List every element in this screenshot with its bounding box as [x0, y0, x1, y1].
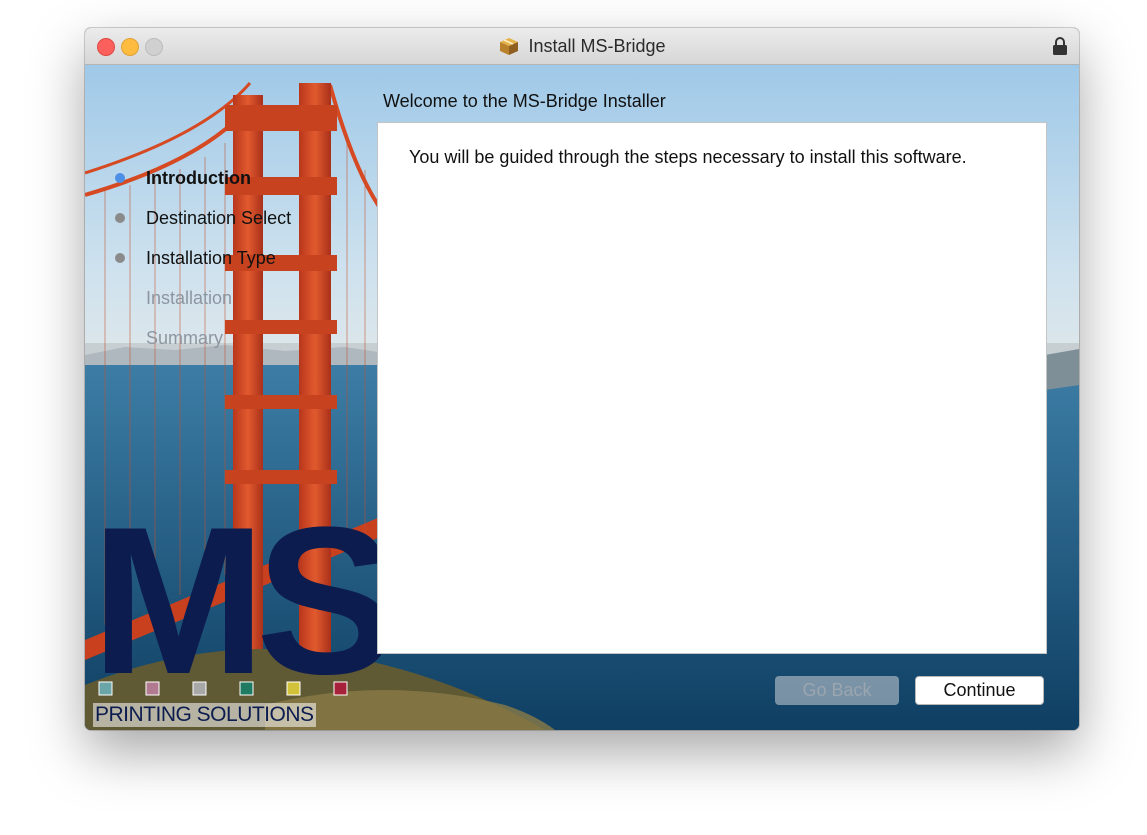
- logo-tagline: PRINTING SOLUTIONS: [93, 703, 316, 727]
- step-indicator: [115, 293, 125, 303]
- step-indicator: [115, 173, 125, 183]
- logo-swatch: [286, 681, 301, 696]
- installer-steps: Introduction Destination Select Installa…: [115, 158, 291, 358]
- logo-swatch: [239, 681, 254, 696]
- continue-button[interactable]: Continue: [915, 676, 1044, 705]
- title-bar: Install MS-Bridge: [85, 28, 1079, 65]
- lock-icon[interactable]: [1052, 36, 1068, 56]
- logo-swatch: [98, 681, 113, 696]
- step-indicator: [115, 213, 125, 223]
- page-title: Welcome to the MS-Bridge Installer: [383, 91, 666, 111]
- step-label: Destination Select: [146, 207, 292, 228]
- step-installation-type: Installation Type: [115, 238, 291, 278]
- step-label: Introduction: [146, 167, 251, 188]
- logo-swatch: [333, 681, 348, 696]
- step-indicator: [115, 253, 125, 263]
- intro-text: You will be guided through the steps nec…: [409, 147, 967, 167]
- window-title: Install MS-Bridge: [528, 35, 666, 56]
- logo-swatch: [145, 681, 160, 696]
- step-indicator: [115, 333, 125, 343]
- step-label: Summary: [146, 327, 224, 348]
- logo-swatch: [192, 681, 207, 696]
- step-destination-select: Destination Select: [115, 198, 291, 238]
- go-back-button[interactable]: Go Back: [775, 676, 899, 705]
- step-label: Installation: [146, 287, 233, 308]
- step-installation: Installation: [115, 278, 291, 318]
- step-introduction: Introduction: [115, 158, 291, 198]
- content-panel: You will be guided through the steps nec…: [377, 122, 1047, 654]
- step-label: Installation Type: [146, 247, 276, 268]
- package-icon: [498, 36, 520, 56]
- step-summary: Summary: [115, 318, 291, 358]
- installer-window: MS PRINTING SOLUTIONS Install MS-Bridge: [85, 28, 1079, 730]
